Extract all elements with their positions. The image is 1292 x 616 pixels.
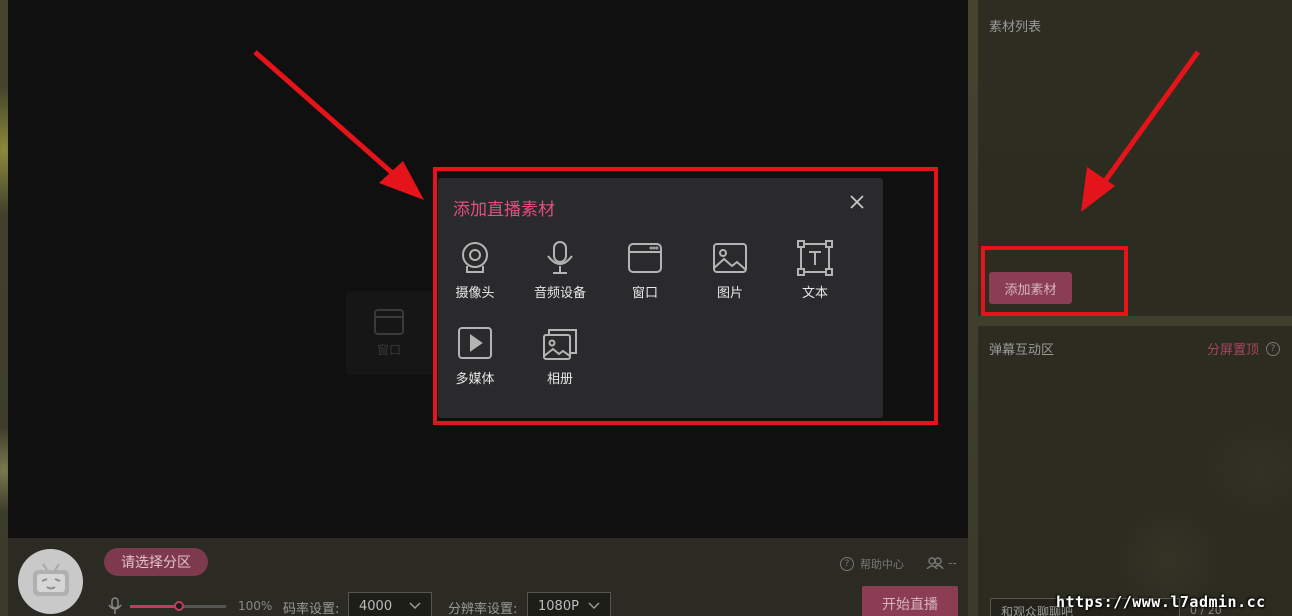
pin-top-label: 分屏置顶 [1207,343,1260,358]
start-live-button[interactable]: 开始直播 [862,586,958,616]
resolution-select[interactable]: 1080P [527,592,611,616]
resolution-label: 分辨率设置: [448,602,518,616]
pin-top-link[interactable]: 分屏置顶 ? [1207,339,1281,358]
question-icon: ? [840,557,854,571]
help-center-link[interactable]: ? 帮助中心 [840,556,904,572]
viewer-count: -- [926,556,957,570]
materials-panel-title: 素材列表 [989,20,1042,35]
chevron-down-icon [588,602,600,610]
bitrate-value: 4000 [359,598,393,614]
bitrate-label: 码率设置: [283,602,340,616]
resolution-value: 1080P [538,598,579,614]
viewer-count-value: -- [948,556,957,570]
volume-slider-fill [130,604,178,608]
select-category-button[interactable]: 请选择分区 [104,548,208,576]
people-icon [926,557,944,569]
window-icon [374,308,404,335]
volume-percent: 100% [238,599,273,613]
highlight-box-dialog [433,167,938,425]
tv-mascot-icon [32,562,69,596]
volume-slider[interactable] [130,600,226,611]
ghost-tile-label: 窗口 [376,342,401,357]
highlight-box-add-button [981,246,1128,316]
help-icon[interactable]: ? [1266,341,1281,356]
bitrate-select[interactable]: 4000 [348,592,432,616]
microphone-icon[interactable] [108,597,122,615]
volume-slider-handle[interactable] [174,600,184,611]
watermark-url: https://www.l7admin.cc [1056,593,1266,611]
help-center-label: 帮助中心 [860,558,904,571]
ghost-window-tile: 窗口 [346,291,432,375]
avatar[interactable] [18,549,83,614]
mic-volume-row: 100% [108,597,272,615]
danmaku-panel-title: 弹幕互动区 [989,343,1055,358]
chevron-down-icon [409,602,421,610]
danmaku-panel: 弹幕互动区 [978,326,1292,616]
